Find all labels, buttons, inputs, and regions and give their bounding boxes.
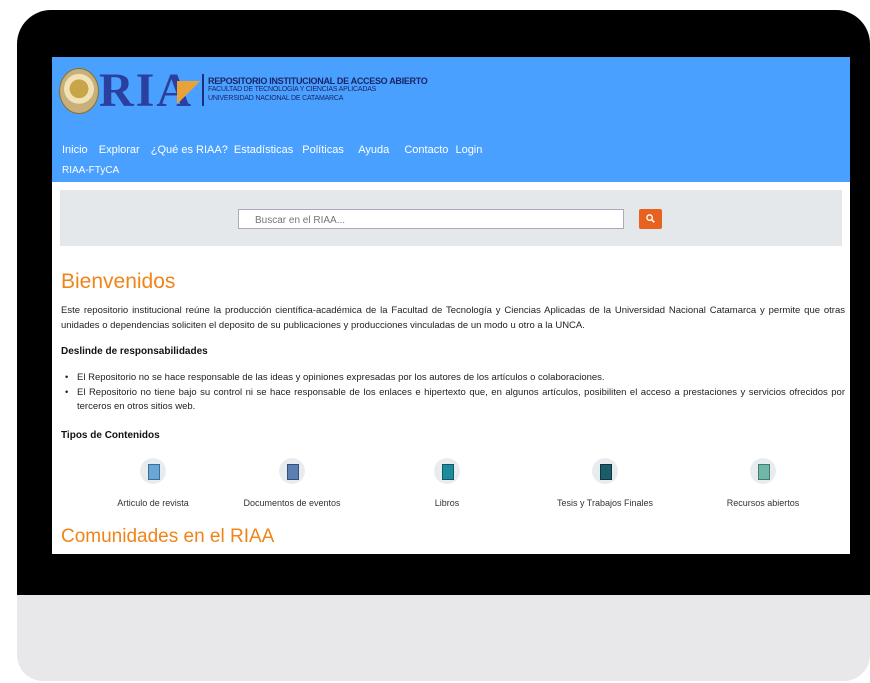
list-item: El Repositorio no se hace responsable de… — [61, 371, 845, 386]
site-header: RIA REPOSITORIO INSTITUCIONAL DE ACCESO … — [52, 57, 850, 182]
nav-item-ayuda[interactable]: Ayuda — [358, 144, 389, 156]
nav-item-contacto[interactable]: Contacto — [404, 144, 448, 156]
logo-accent — [177, 81, 201, 103]
content-type-books[interactable]: Libros — [377, 458, 517, 508]
content-types-heading: Tipos de Contenidos — [61, 430, 160, 441]
content-type-label: Articulo de revista — [117, 498, 189, 508]
search-bar — [60, 190, 842, 246]
disclaimer-heading: Deslinde de responsabilidades — [61, 346, 208, 357]
open-resources-icon — [750, 458, 776, 484]
faculty-name: FACULTAD DE TECNOLOGÍA Y CIENCIAS APLICA… — [208, 86, 377, 93]
university-seal-icon — [59, 68, 99, 114]
nav-item-estadisticas[interactable]: Estadísticas — [234, 144, 293, 156]
monitor-chin — [17, 595, 870, 681]
nav-item-login[interactable]: Login — [455, 144, 482, 156]
content-type-article[interactable]: Articulo de revista — [83, 458, 223, 508]
journal-article-icon — [140, 458, 166, 484]
intro-paragraph: Este repositorio institucional reúne la … — [61, 305, 845, 331]
disclaimer-list: El Repositorio no se hace responsable de… — [61, 371, 845, 415]
book-icon — [434, 458, 460, 484]
event-documents-icon — [279, 458, 305, 484]
thesis-icon — [592, 458, 618, 484]
nav-item-politicas[interactable]: Políticas — [302, 144, 344, 156]
nav-item-que-es-riaa[interactable]: ¿Qué es RIAA? — [151, 144, 228, 156]
content-type-label: Documentos de eventos — [243, 498, 341, 508]
nav-item-explorar[interactable]: Explorar — [99, 144, 140, 156]
content-type-open-resources[interactable]: Recursos abiertos — [693, 458, 833, 508]
logo-divider — [202, 74, 204, 106]
main-nav: Inicio Explorar ¿Qué es RIAA? Estadístic… — [62, 144, 490, 156]
search-icon — [646, 214, 655, 223]
search-button[interactable] — [639, 209, 662, 229]
list-item: El Repositorio no tiene bajo su control … — [61, 386, 845, 415]
content-type-label: Tesis y Trabajos Finales — [556, 498, 654, 508]
nav-item-inicio[interactable]: Inicio — [62, 144, 88, 156]
content-type-label: Libros — [434, 498, 460, 508]
institution-name: REPOSITORIO INSTITUCIONAL DE ACCESO ABIE… — [208, 76, 428, 86]
search-input[interactable] — [238, 209, 624, 229]
breadcrumb[interactable]: RIAA-FTyCA — [62, 165, 119, 176]
university-name: UNIVERSIDAD NACIONAL DE CATAMARCA — [208, 95, 344, 102]
welcome-heading: Bienvenidos — [61, 270, 176, 293]
browser-viewport: RIA REPOSITORIO INSTITUCIONAL DE ACCESO … — [52, 57, 850, 554]
content-type-events[interactable]: Documentos de eventos — [222, 458, 362, 508]
content-type-thesis[interactable]: Tesis y Trabajos Finales — [535, 458, 675, 508]
communities-heading: Comunidades en el RIAA — [61, 526, 275, 547]
content-type-label: Recursos abiertos — [726, 498, 800, 508]
